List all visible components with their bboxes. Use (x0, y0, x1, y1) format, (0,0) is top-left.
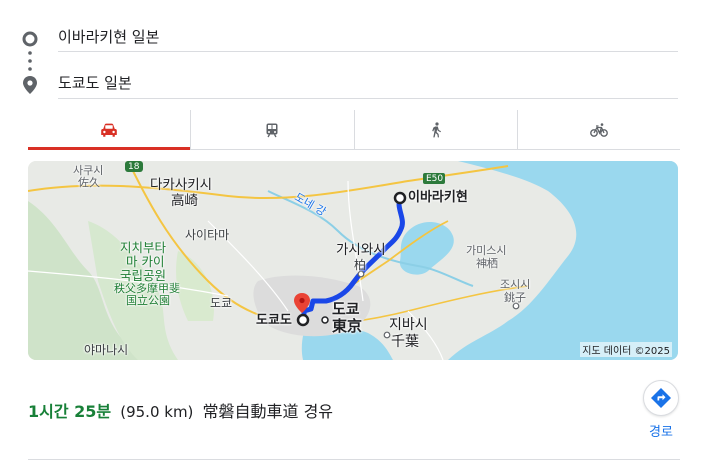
directions-button[interactable] (643, 380, 679, 416)
map-label-chiba-ko: 지바시 (389, 317, 428, 333)
route-summary: 1시간 25분 (95.0 km) 常磐自動車道 경유 (28, 398, 333, 422)
walk-icon (431, 121, 441, 137)
map-label-ibaraki: 이바라키현 (408, 190, 468, 205)
destination-text: 도쿄도 일본 (58, 74, 132, 92)
destination-divider (58, 98, 678, 99)
destination-marker (296, 313, 310, 327)
directions-label[interactable]: 경로 (641, 421, 681, 440)
travel-mode-tabs (28, 110, 680, 150)
destination-field[interactable]: 도쿄도 일본 (58, 72, 678, 96)
map-label-takasaki-ko: 다카사키시 (150, 177, 213, 193)
bike-icon (589, 122, 608, 137)
origin-dot-icon (22, 31, 38, 94)
tab-walking[interactable] (353, 110, 517, 149)
map-label-saku: 佐久 (78, 176, 100, 189)
directions-icon (651, 388, 671, 408)
route-map[interactable]: 18 E50 사쿠시 佐久 다카사키시 高崎 사이타마 도네 강 지치부타 마 … (28, 161, 678, 360)
map-label-takasaki: 高崎 (171, 193, 198, 209)
map-label-choshi: 銚子 (504, 291, 526, 304)
map-label-yamanashi: 야마나시 (84, 343, 129, 357)
map-label-kashiwa: 柏 (354, 258, 367, 272)
map-label-choshi-ko: 조시시 (500, 278, 531, 291)
map-attribution: 지도 데이터 ©2025 (580, 342, 672, 357)
route-distance: (95.0 km) (120, 403, 194, 421)
map-label-kamisu: 神栖 (476, 257, 498, 270)
car-icon (101, 123, 117, 137)
map-label-chichibu-jp-2: 国立公園 (126, 294, 170, 307)
map-label-tokyo-jp: 東京 (332, 317, 363, 335)
route-duration: 1시간 25분 (28, 402, 112, 421)
origin-marker (393, 191, 407, 205)
map-label-tokyo-ko: 도쿄 (332, 300, 360, 318)
map-label-chichibu-2: 마 카이 (126, 254, 165, 269)
origin-text: 이바라키현 일본 (58, 28, 160, 46)
highway-e50-label: E50 (426, 174, 444, 184)
origin-field[interactable]: 이바라키현 일본 (58, 26, 678, 50)
highway-18-label: 18 (128, 162, 140, 172)
map-label-saitama: 사이타마 (185, 228, 230, 242)
map-label-chichibu-1: 지치부타 (120, 240, 167, 255)
tab-transit[interactable] (190, 110, 353, 149)
map-label-tokyo-dest: 도쿄도 (256, 313, 292, 328)
train-icon (266, 123, 278, 137)
route-via: 常磐自動車道 경유 (202, 402, 334, 421)
map-label-kamisu-ko: 가미스시 (466, 244, 507, 257)
tab-cycling[interactable] (516, 110, 680, 149)
bottom-divider (28, 459, 680, 460)
map-label-tokyo-pref: 도쿄 (210, 296, 233, 310)
map-label-chichibu-3: 국립공원 (120, 268, 167, 283)
tab-driving[interactable] (28, 110, 191, 150)
map-label-chiba-jp: 千葉 (391, 334, 419, 350)
origin-divider (58, 51, 678, 52)
map-label-kashiwa-ko: 가시와시 (336, 242, 386, 258)
